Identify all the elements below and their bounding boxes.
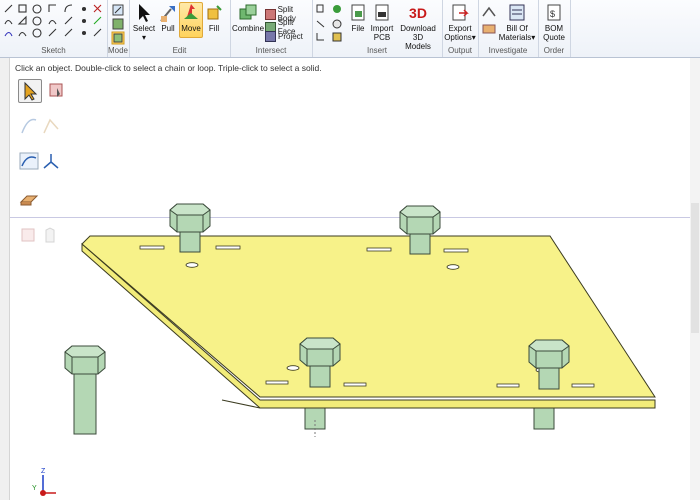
move-label: Move: [181, 24, 201, 33]
project-label: Project: [278, 32, 303, 41]
move-tool-button[interactable]: Move: [179, 2, 203, 38]
sketch-group: Sketch: [0, 0, 108, 57]
export-label-1: Export: [448, 24, 472, 33]
intersect-group-label: Intersect: [255, 46, 287, 55]
plate-top[interactable]: [81, 235, 656, 398]
insert-group-label: Insert: [366, 46, 387, 55]
insert-shapes-icons[interactable]: [314, 3, 344, 43]
axis-triad: Z Y: [32, 468, 56, 496]
edge-icon: [43, 118, 59, 134]
download-label-1: Download 3D: [400, 24, 436, 42]
project-button[interactable]: Project: [265, 31, 303, 42]
sketch-tools-icons[interactable]: [2, 3, 107, 43]
select-mode-button[interactable]: [18, 79, 42, 103]
sketch-group-label: Sketch: [41, 46, 66, 55]
combine-tool-button[interactable]: Combine: [232, 3, 264, 33]
bom-quote-button[interactable]: $ BOM Quote: [540, 3, 568, 42]
bolt-loose[interactable]: [64, 345, 106, 435]
select-dropdown-icon[interactable]: ▾: [142, 33, 146, 42]
measure-icon[interactable]: [482, 6, 496, 18]
sketch-mode-icon[interactable]: [112, 4, 124, 16]
bom-dropdown-icon[interactable]: ▾: [531, 33, 535, 42]
investigate-group: Bill Of Materials▾ Investigate: [478, 0, 539, 57]
select-tool-button[interactable]: Select ▾: [131, 3, 157, 42]
box-select-icon: [49, 83, 63, 97]
download-3d-models-button[interactable]: 3D Download 3D Models: [396, 3, 440, 51]
fill-label: Fill: [208, 24, 220, 33]
spline-icon: [19, 152, 39, 170]
3d-badge-icon: 3D: [409, 5, 427, 21]
move-icon: [184, 4, 198, 19]
mode-group: Mode: [107, 0, 130, 57]
model-scene[interactable]: [10, 200, 700, 500]
bom-label-1: Bill Of: [506, 24, 528, 33]
bolt-shank-below[interactable]: [533, 404, 555, 430]
order-group: $ BOM Quote Order: [538, 0, 571, 57]
cursor-arrow-icon: [139, 4, 150, 22]
file-label: File: [351, 24, 365, 33]
select-curve-button: [18, 115, 40, 137]
edit-group: Select ▾ Pull Move Fill Edit: [129, 0, 231, 57]
z-axis-label: Z: [41, 468, 46, 475]
sketch-axis-button[interactable]: [40, 150, 62, 172]
cursor-arrow-icon: [24, 81, 38, 101]
sketch-spline-button[interactable]: [18, 150, 40, 172]
export-dropdown-icon[interactable]: ▾: [472, 33, 476, 42]
output-group-label: Output: [447, 46, 472, 55]
fill-tool-button[interactable]: Fill: [203, 3, 225, 33]
bill-of-materials-button[interactable]: Bill Of Materials▾: [498, 3, 536, 42]
pull-tool-button[interactable]: Pull: [157, 3, 179, 33]
selection-hint-text: Click an object. Double-click to select …: [15, 63, 322, 73]
3d-mode-icon[interactable]: [111, 31, 125, 45]
bom-label-2: Materials: [498, 33, 532, 42]
export-label-2: Options: [444, 33, 472, 42]
export-options-button[interactable]: Export Options▾: [444, 3, 476, 42]
export-icon: [452, 4, 469, 21]
curve-icon: [21, 118, 37, 134]
y-axis-label: Y: [32, 485, 37, 492]
quote-icon: $: [547, 4, 561, 21]
select-label: Select: [132, 24, 156, 33]
investigate-group-label: Investigate: [488, 46, 528, 55]
combine-icon: [239, 4, 257, 20]
edit-group-label: Edit: [172, 46, 187, 55]
pull-icon: [160, 6, 175, 22]
select-edge-button: [40, 115, 62, 137]
import-pcb-label-2: PCB: [373, 33, 391, 42]
pull-label: Pull: [161, 24, 175, 33]
pcb-icon: [375, 4, 389, 21]
intersect-group: Combine Split Body Split Face Project In…: [230, 0, 313, 57]
left-gutter: [0, 58, 10, 500]
mass-icon[interactable]: [482, 22, 496, 34]
select-with-box-button[interactable]: [46, 79, 68, 101]
fill-icon: [207, 5, 222, 20]
ribbon-toolbar: Sketch Mode Select ▾ Pull Move Fill Edit…: [0, 0, 700, 58]
bom-icon: [509, 4, 525, 21]
project-icon: [265, 31, 276, 42]
quote-label-2: Quote: [543, 33, 565, 42]
import-pcb-label-1: Import: [370, 24, 394, 33]
quote-label-1: BOM: [544, 24, 564, 33]
section-mode-icon[interactable]: [112, 18, 124, 30]
output-group: Export Options▾ Output: [442, 0, 479, 57]
insert-group: File Import PCB 3D Download 3D Models In…: [312, 0, 443, 57]
combine-label: Combine: [232, 24, 265, 33]
import-pcb-button[interactable]: Import PCB: [370, 3, 394, 42]
axis-icon: [43, 154, 59, 169]
mode-group-label: Mode: [107, 46, 128, 55]
svg-text:$: $: [550, 9, 555, 19]
origin-marker: [40, 490, 46, 496]
file-icon: [351, 4, 365, 21]
file-insert-button[interactable]: File: [347, 3, 369, 33]
order-group-label: Order: [543, 46, 565, 55]
